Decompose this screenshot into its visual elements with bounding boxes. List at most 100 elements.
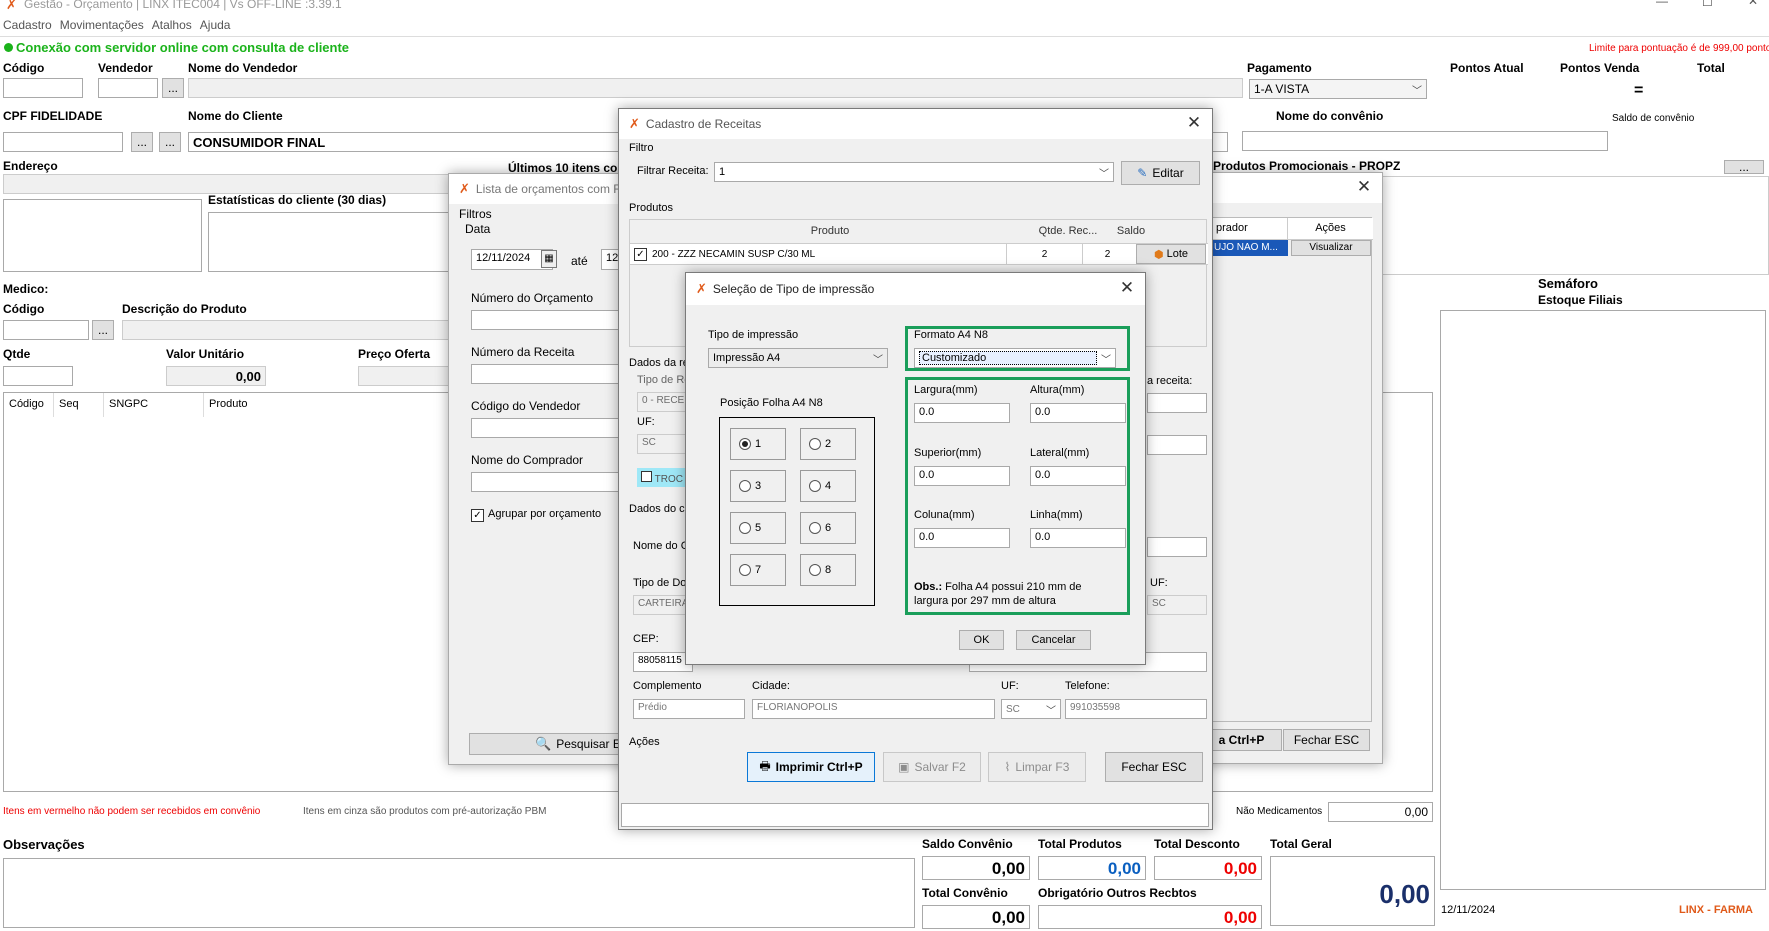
observacoes-input[interactable] (3, 858, 915, 928)
window-title: Gestão - Orçamento | LINX ITEC004 | Vs O… (24, 0, 342, 11)
qtde-input[interactable] (3, 366, 73, 386)
menu-cadastro[interactable]: Cadastro (0, 18, 52, 32)
estatisticas-label: Estatísticas do cliente (30 dias) (208, 193, 387, 207)
obrigatorio-label: Obrigatório Outros Recbtos (1038, 886, 1197, 900)
estatisticas-box (208, 212, 458, 272)
produto-row-checkbox[interactable]: ✓ (630, 244, 652, 264)
dialog-close-icon[interactable]: ✕ (1117, 278, 1137, 298)
nome-convenio-input[interactable] (1242, 131, 1608, 151)
posicao-grid: 1 2 3 4 5 6 7 8 (719, 417, 875, 606)
total-convenio-value: 0,00 (922, 905, 1030, 929)
limpar-button[interactable]: ⌇ Limpar F3 (988, 752, 1086, 782)
cancelar-button[interactable]: Cancelar (1016, 630, 1091, 650)
close-icon[interactable]: ✕ (1748, 0, 1758, 8)
produto-row[interactable]: ✓ 200 - ZZZ NECAMIN SUSP C/30 ML 2 2 ⬢ Lo… (630, 243, 1208, 265)
comprador-right-input[interactable] (1147, 537, 1207, 557)
cpf-lookup-button[interactable]: ... (131, 132, 153, 152)
cadastro-close-icon[interactable]: ✕ (1184, 113, 1204, 133)
position-8-radio[interactable]: 8 (800, 554, 856, 586)
nome-vendedor-input (188, 78, 1243, 98)
cpf-input[interactable] (3, 132, 123, 152)
connection-status: Conexão com servidor online com consulta… (16, 40, 350, 55)
codigo-produto-input[interactable] (3, 320, 89, 340)
receita-input-1[interactable] (1147, 393, 1207, 413)
calendar-icon[interactable]: ▦ (541, 250, 557, 268)
selecao-impressao-dialog: ✗ Seleção de Tipo de impressão ✕ Tipo de … (685, 272, 1146, 665)
numero-receita-input[interactable] (471, 364, 641, 384)
uf-endereco-label: UF: (1001, 680, 1019, 692)
col-seq[interactable]: Seq (54, 393, 104, 417)
cadastro-logo-icon: ✗ (629, 116, 640, 131)
cliente-lookup-button[interactable]: ... (159, 132, 181, 152)
visualizar-button[interactable]: Visualizar (1291, 240, 1371, 256)
chevron-down-icon: ﹀ (1099, 168, 1109, 180)
lateral-input[interactable]: 0.0 (1030, 466, 1126, 486)
col-acoes[interactable]: Ações (1288, 218, 1373, 239)
codigo-input[interactable] (3, 78, 83, 98)
pagamento-select[interactable]: 1-A VISTA ﹀ (1249, 79, 1427, 99)
lista-orcamentos-window: ✗ Lista de orçamentos com R Filtros Data … (448, 173, 641, 765)
coluna-input[interactable]: 0.0 (914, 528, 1010, 548)
vendedor-input[interactable] (98, 78, 158, 98)
complemento-input[interactable]: Prédio (633, 699, 745, 719)
produtos-label: Produtos (629, 202, 674, 214)
maximize-icon[interactable]: ☐ (1702, 0, 1713, 9)
numero-orcamento-input[interactable] (471, 310, 641, 330)
position-2-radio[interactable]: 2 (800, 428, 856, 460)
menu-ajuda[interactable]: Ajuda (200, 18, 231, 32)
col-qtde-rec[interactable]: Qtde. Rec... (1030, 220, 1106, 242)
filtrar-receita-select[interactable]: 1 ﹀ (714, 162, 1114, 182)
total-convenio-label: Total Convênio (922, 886, 1008, 900)
lote-button[interactable]: ⬢ Lote (1136, 244, 1206, 264)
promo-lookup-button[interactable]: ... (1724, 160, 1764, 174)
chevron-down-icon: ﹀ (1412, 85, 1422, 97)
position-4-radio[interactable]: 4 (800, 470, 856, 502)
agrupar-checkbox[interactable]: ✓ (471, 507, 484, 522)
position-7-radio[interactable]: 7 (730, 554, 786, 586)
largura-label: Largura(mm) (914, 384, 978, 396)
menu-atalhos[interactable]: Atalhos (152, 18, 192, 32)
cep-input[interactable]: 88058115 (633, 652, 693, 672)
grid-window-close-icon[interactable]: ✕ (1354, 177, 1374, 197)
menu-bar: Cadastro Movimentações Atalhos Ajuda (0, 18, 230, 32)
uf-receita-label: UF: (637, 416, 655, 428)
position-1-radio[interactable]: 1 (730, 428, 786, 460)
tipo-impressao-select[interactable]: Impressão A4 ﹀ (708, 348, 888, 368)
col-produto[interactable]: Produto (204, 393, 444, 417)
col-produto-receita[interactable]: Produto (630, 220, 1030, 242)
ok-button[interactable]: OK (959, 630, 1004, 650)
lote-icon: ⬢ (1153, 248, 1164, 261)
cidade-input[interactable]: FLORIANOPOLIS (752, 699, 995, 719)
fechar-button[interactable]: Fechar ESC (1105, 752, 1203, 782)
position-5-radio[interactable]: 5 (730, 512, 786, 544)
search-icon: 🔍 (535, 736, 552, 751)
col-saldo[interactable]: Saldo (1106, 220, 1156, 242)
col-codigo[interactable]: Código (4, 393, 54, 417)
grid-print-button[interactable]: a Ctrl+P (1201, 729, 1282, 751)
superior-input[interactable]: 0.0 (914, 466, 1010, 486)
position-3-radio[interactable]: 3 (730, 470, 786, 502)
vendedor-lookup-button[interactable]: ... (162, 78, 184, 98)
col-sngpc[interactable]: SNGPC (104, 393, 204, 417)
linha-input[interactable]: 0.0 (1030, 528, 1126, 548)
nome-comprador-label-2: Nome do C (633, 540, 689, 552)
total-geral-label: Total Geral (1270, 837, 1332, 851)
editar-button[interactable]: ✎ Editar (1121, 161, 1200, 185)
valor-unitario-label: Valor Unitário (166, 347, 245, 361)
formato-select[interactable]: Customizado ﹀ (914, 348, 1116, 368)
nome-comprador-input[interactable] (471, 472, 641, 492)
minimize-icon[interactable]: — (1656, 0, 1668, 8)
codigo-vendedor-input[interactable] (471, 418, 641, 438)
largura-input[interactable]: 0.0 (914, 403, 1010, 423)
position-6-radio[interactable]: 6 (800, 512, 856, 544)
produto-lookup-button[interactable]: ... (92, 320, 114, 340)
grid-fechar-button[interactable]: Fechar ESC (1283, 729, 1370, 751)
receita-input-2[interactable] (1147, 435, 1207, 455)
altura-input[interactable]: 0.0 (1030, 403, 1126, 423)
pesquisar-button[interactable]: 🔍 Pesquisar ENT (469, 733, 639, 755)
telefone-input[interactable]: 991035598 (1065, 699, 1207, 719)
uf-endereco-select[interactable]: SC ﹀ (1001, 699, 1061, 719)
imprimir-button[interactable]: 🖶 Imprimir Ctrl+P (747, 752, 875, 782)
salvar-button[interactable]: ▣ Salvar F2 (883, 752, 981, 782)
menu-movimentacoes[interactable]: Movimentações (60, 18, 144, 32)
